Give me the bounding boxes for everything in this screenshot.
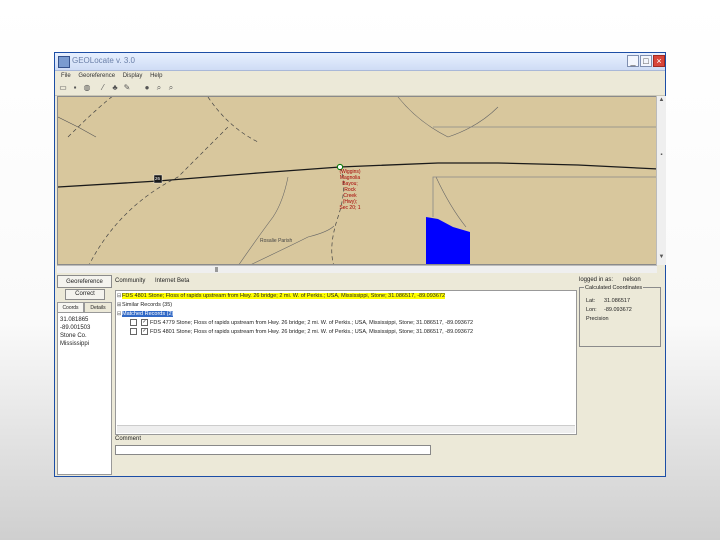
tree-root-row[interactable]: ⊟FDS 4801 Stone; Floss of rapids upstrea… xyxy=(116,292,446,300)
map-vertical-scrollbar[interactable]: ▲ ▪ ▼ xyxy=(656,96,666,265)
app-window: GEOLocate v. 3.0 _ □ × File Georeference… xyxy=(54,52,666,477)
comment-input[interactable] xyxy=(115,445,431,455)
menu-georeference[interactable]: Georeference xyxy=(78,73,115,79)
tree-icon[interactable]: ♣ xyxy=(111,84,119,92)
comment-label: Comment xyxy=(115,436,142,442)
app-icon xyxy=(58,56,70,68)
tree-group-text: Similar Records (35) xyxy=(122,302,173,308)
georeference-button[interactable]: Georeference xyxy=(57,275,112,288)
records-tree[interactable]: ⊟FDS 4801 Stone; Floss of rapids upstrea… xyxy=(115,290,577,435)
parcel-line xyxy=(432,176,656,217)
lon-value: -89.093672 xyxy=(604,307,632,313)
tab-coords[interactable]: Coords xyxy=(57,302,84,312)
tree-root-text: FDS 4801 Stone; Floss of rapids upstream… xyxy=(122,293,446,299)
logged-in-user: nelson xyxy=(623,277,641,283)
scroll-up-icon[interactable]: ▲ xyxy=(658,97,665,104)
coord-line: Mississippi xyxy=(60,341,90,347)
checked-checkbox[interactable]: ✓ xyxy=(141,328,148,336)
globe-icon[interactable]: ◍ xyxy=(83,84,91,92)
world-icon[interactable]: ● xyxy=(143,84,151,92)
community-value: Internet Beta xyxy=(155,278,190,284)
scroll-thumb[interactable] xyxy=(215,267,218,272)
scroll-thumb-icon[interactable]: ▪ xyxy=(658,152,665,159)
menu-display[interactable]: Display xyxy=(123,73,143,79)
tree-child-text: FDS 4779 Stone; Floss of rapids upstream… xyxy=(150,320,474,326)
stream-line xyxy=(397,97,499,138)
stream-line xyxy=(251,225,335,264)
save-icon[interactable]: ▪ xyxy=(71,84,79,92)
row-checkbox[interactable] xyxy=(130,328,137,336)
stream-line xyxy=(58,116,97,138)
calculated-coordinates-legend: Calculated Coordinates xyxy=(584,285,644,291)
title-bar[interactable]: GEOLocate v. 3.0 _ □ × xyxy=(55,53,665,71)
precision-label: Precision xyxy=(586,316,609,322)
calculated-coordinates-group: Calculated Coordinates Lat: 31.086517 Lo… xyxy=(579,285,661,347)
maximize-button[interactable]: □ xyxy=(640,55,652,67)
zoom-in-icon[interactable]: ⌕ xyxy=(155,84,163,92)
right-panel: logged in as: nelson Calculated Coordina… xyxy=(579,275,661,475)
tab-details[interactable]: Details xyxy=(84,302,112,312)
tree-child-row[interactable]: ✓ FDS 4779 Stone; Floss of rapids upstrea… xyxy=(128,319,473,327)
logged-in-label: logged in as: xyxy=(579,277,614,283)
stream-line xyxy=(239,176,289,264)
coords-box: 31.081865 -89.001503 Stone Co. Mississip… xyxy=(57,312,112,475)
edit-icon[interactable]: ✎ xyxy=(123,84,131,92)
lon-label: Lon: xyxy=(586,307,597,313)
minimize-button[interactable]: _ xyxy=(627,55,639,67)
boundary-line xyxy=(67,97,113,138)
menu-file[interactable]: File xyxy=(61,73,71,79)
shape-area xyxy=(426,217,470,264)
menu-bar: File Georeference Display Help xyxy=(55,71,665,82)
lat-value: 31.086517 xyxy=(604,298,630,304)
pencil-icon[interactable]: ⁄ xyxy=(99,84,107,92)
map-horizontal-scrollbar[interactable] xyxy=(57,265,657,273)
coord-line: -89.001503 xyxy=(60,325,91,331)
locality-label: (Wiggins) Magnolia Bayou; Rock Creek (Hw… xyxy=(339,169,361,211)
stream-line xyxy=(435,176,467,228)
tree-child-row[interactable]: ✓ FDS 4801 Stone; Floss of rapids upstrea… xyxy=(128,328,473,336)
window-title: GEOLocate v. 3.0 xyxy=(72,56,135,65)
toolbar: ▭ ▪ ◍ ⁄ ♣ ✎ ● ⌕ ⌕ xyxy=(55,82,665,96)
coord-line: Stone Co. xyxy=(60,333,87,339)
checked-checkbox[interactable]: ✓ xyxy=(141,319,148,327)
map-view[interactable]: 26 (Wiggins) Magnolia Bayou; Rock Creek … xyxy=(57,96,657,265)
tree-group-row[interactable]: ⊟Matched Records (2) xyxy=(116,310,174,318)
left-panel: Georeference Correct Coords Details 31.0… xyxy=(57,275,112,475)
zoom-out-icon[interactable]: ⌕ xyxy=(167,84,175,92)
open-icon[interactable]: ▭ xyxy=(59,84,67,92)
row-checkbox[interactable] xyxy=(130,319,137,327)
road-label: Rosalie Parish xyxy=(260,238,293,244)
highway-shield-label: 26 xyxy=(155,176,161,181)
menu-help[interactable]: Help xyxy=(150,73,162,79)
tree-horizontal-scrollbar[interactable] xyxy=(117,425,575,433)
lat-label: Lat: xyxy=(586,298,596,304)
community-label: Community xyxy=(115,278,146,284)
center-panel: Community Internet Beta ⊟FDS 4801 Stone;… xyxy=(115,275,577,475)
tree-group-row[interactable]: ⊞Similar Records (35) xyxy=(116,301,172,309)
close-button[interactable]: × xyxy=(653,55,665,67)
correct-button[interactable]: Correct xyxy=(65,289,105,300)
boundary-line xyxy=(89,126,229,264)
coord-line: 31.081865 xyxy=(60,317,89,323)
tree-group-text: Matched Records (2) xyxy=(122,311,174,317)
scroll-down-icon[interactable]: ▼ xyxy=(658,254,665,261)
tree-child-text: FDS 4801 Stone; Floss of rapids upstream… xyxy=(150,329,474,335)
boundary-line xyxy=(207,97,259,143)
